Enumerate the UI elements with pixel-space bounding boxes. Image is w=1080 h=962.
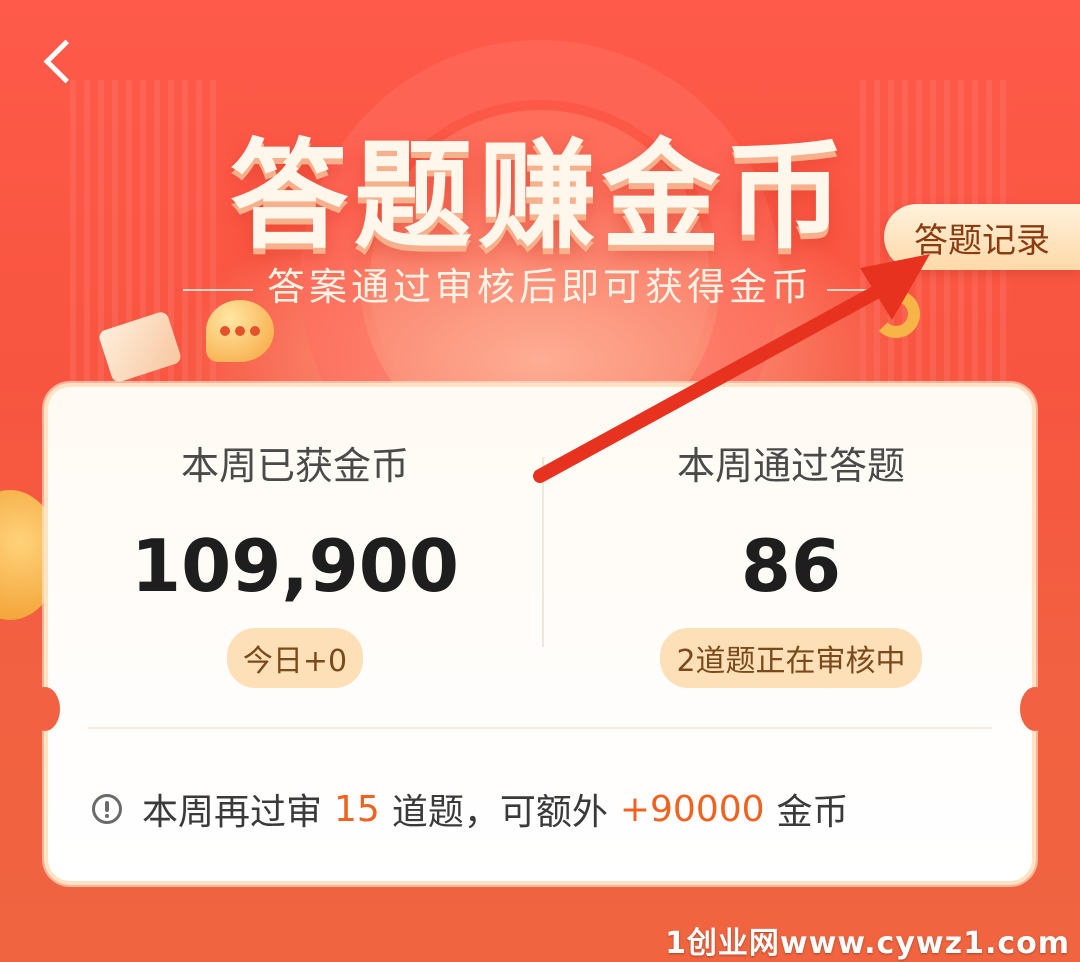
arrow-shaft — [533, 283, 887, 483]
watermark: 1创业网www.cywz1.com — [665, 926, 1070, 961]
annotation-arrow — [533, 254, 930, 483]
arrow-head — [860, 254, 930, 320]
